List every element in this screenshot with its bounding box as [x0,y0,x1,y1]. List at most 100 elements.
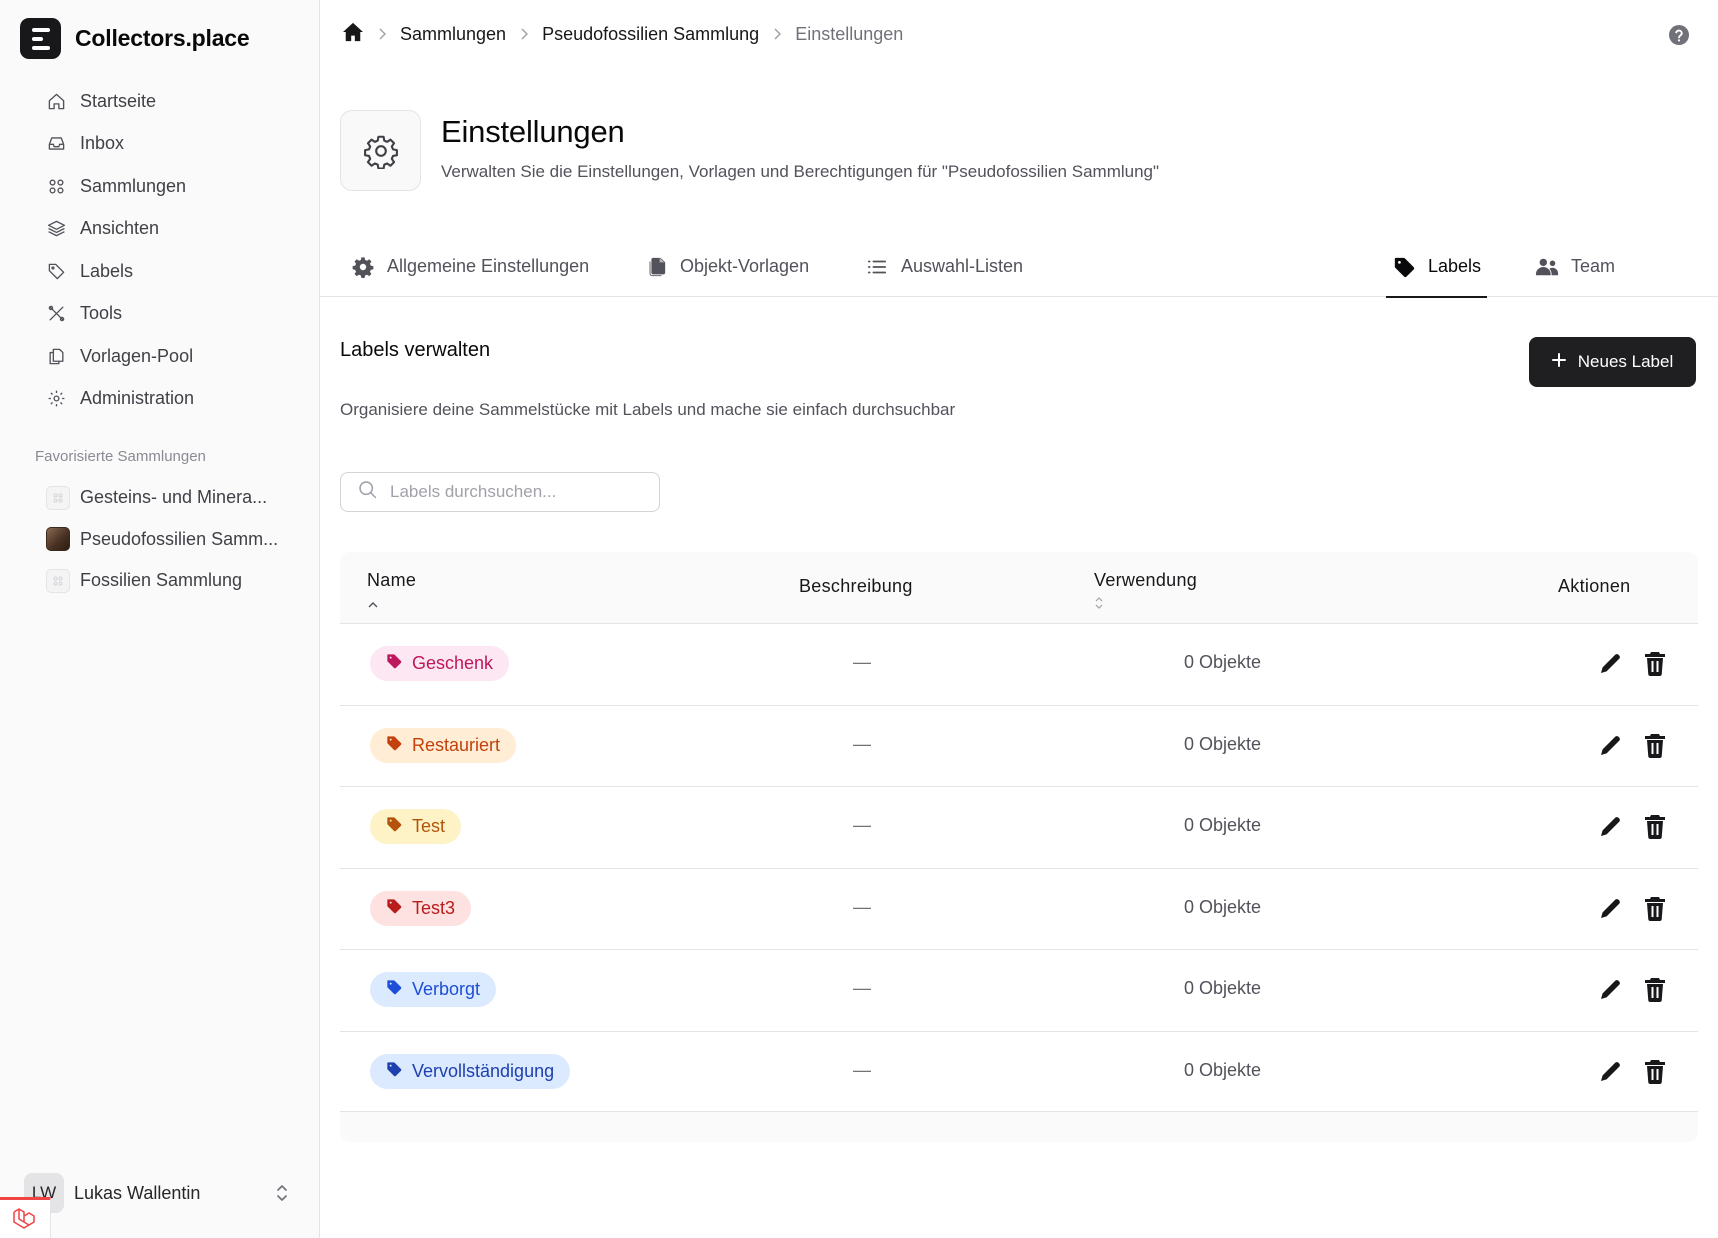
list-icon [865,255,889,279]
tag-icon [386,816,402,837]
favorites-list: Gesteins- und Minera... Pseudofossilien … [34,477,304,602]
dev-toolbar-icon[interactable] [0,1197,51,1238]
nav-item-sammlungen[interactable]: Sammlungen [34,165,304,208]
chevron-right-icon [520,24,529,45]
favorite-item[interactable]: Pseudofossilien Samm... [34,519,304,561]
main-nav: Startseite Inbox Sammlungen Ansichten La… [34,80,304,420]
table-body: Geschenk — 0 Objekte Restauriert — 0 Obj… [340,623,1698,1112]
label-usage: 0 Objekte [1184,896,1262,917]
sort-both-icon [1094,593,1197,609]
user-menu[interactable]: LW Lukas Wallentin [24,1172,292,1214]
trash-icon[interactable] [1644,896,1666,922]
edit-icon[interactable] [1598,897,1622,921]
page-header: Einstellungen Verwalten Sie die Einstell… [340,110,1159,191]
nav-item-labels[interactable]: Labels [34,250,304,293]
templates-icon [644,255,668,279]
nav-label: Ansichten [80,218,160,239]
labels-table: Name Beschreibung Verwendung Aktionen Ge… [340,552,1698,1142]
tab-labels[interactable]: Labels [1386,236,1488,298]
table-row: Geschenk — 0 Objekte [340,623,1698,705]
search-icon [357,479,378,505]
app-logo-icon [20,18,61,59]
settings-tabs: Allgemeine Einstellungen Objekt-Vorlagen… [320,236,1718,298]
collection-placeholder-icon [46,485,70,510]
tag-icon [386,979,402,1000]
trash-icon[interactable] [1644,651,1666,677]
breadcrumb-item[interactable]: Pseudofossilien Sammlung [542,24,759,45]
label-name: Verborgt [412,979,481,999]
tag-icon [386,653,402,674]
favorites-title: Favorisierte Sammlungen [35,448,206,465]
nav-item-vorlagen-pool[interactable]: Vorlagen-Pool [34,335,304,378]
trash-icon[interactable] [1644,733,1666,759]
nav-label: Vorlagen-Pool [80,345,194,366]
label-pill[interactable]: Restauriert [370,727,517,763]
edit-icon[interactable] [1598,734,1622,758]
tag-icon [1392,255,1416,279]
tools-icon [46,304,66,324]
brand[interactable]: Collectors.place [20,18,250,59]
new-label-button-label: Neues Label [1577,352,1674,371]
tab-objekt-vorlagen[interactable]: Objekt-Vorlagen [638,236,815,297]
new-label-button[interactable]: Neues Label [1529,337,1696,387]
label-usage: 0 Objekte [1184,815,1262,835]
trash-icon[interactable] [1644,1059,1666,1085]
trash-icon[interactable] [1644,814,1666,840]
nav-item-inbox[interactable]: Inbox [34,123,304,166]
favorite-item[interactable]: Gesteins- und Minera... [34,477,304,519]
table-row: Vervollständigung — 0 Objekte [340,1030,1698,1112]
page-subtitle: Verwalten Sie die Einstellungen, Vorlage… [441,162,1160,181]
trash-icon[interactable] [1644,977,1666,1003]
favorite-label: Pseudofossilien Samm... [80,528,279,549]
layers-icon [46,219,66,239]
label-description: — [853,733,871,754]
search-field[interactable] [340,472,660,512]
table-row: Restauriert — 0 Objekte [340,704,1698,786]
edit-icon[interactable] [1598,1060,1622,1084]
label-description: — [853,815,871,835]
tab-allgemeine-einstellungen[interactable]: Allgemeine Einstellungen [345,236,595,297]
home-icon[interactable] [342,22,364,47]
label-pill[interactable]: Geschenk [370,646,510,681]
favorite-item[interactable]: Fossilien Sammlung [34,560,304,602]
grid-icon [46,176,66,196]
section-title: Labels verwalten [340,339,491,361]
edit-icon[interactable] [1598,978,1622,1002]
label-pill[interactable]: Verborgt [370,972,497,1007]
column-header-name[interactable]: Name [367,570,416,608]
label-pill[interactable]: Vervollständigung [370,1053,571,1089]
column-label: Verwendung [1094,570,1198,590]
nav-item-ansichten[interactable]: Ansichten [34,208,304,251]
favorite-label: Fossilien Sammlung [80,570,243,591]
nav-label: Sammlungen [80,175,187,196]
breadcrumb-item[interactable]: Sammlungen [400,24,506,45]
nav-label: Administration [80,388,195,409]
table-row: Test — 0 Objekte [340,786,1698,868]
favorite-label: Gesteins- und Minera... [80,487,268,508]
user-name: Lukas Wallentin [74,1182,201,1203]
nav-label: Tools [80,303,123,324]
nav-item-tools[interactable]: Tools [34,293,304,336]
chevron-right-icon [773,24,782,45]
tab-auswahl-listen[interactable]: Auswahl-Listen [859,236,1029,297]
edit-icon[interactable] [1598,815,1622,839]
breadcrumb: Sammlungen Pseudofossilien Sammlung Eins… [342,22,903,47]
tab-team[interactable]: Team [1529,236,1621,297]
column-header-usage[interactable]: Verwendung [1094,570,1198,609]
label-pill[interactable]: Test [370,809,462,844]
tag-icon [46,261,66,281]
nav-item-administration[interactable]: Administration [34,378,304,421]
search-input[interactable] [390,482,640,502]
edit-icon[interactable] [1598,652,1622,676]
users-icon [1535,255,1559,279]
page-title: Einstellungen [441,114,625,149]
label-pill[interactable]: Test3 [370,890,472,926]
tab-label: Auswahl-Listen [901,256,1024,276]
tag-icon [386,898,402,919]
nav-item-startseite[interactable]: Startseite [34,80,304,123]
label-name: Test3 [412,897,456,918]
label-description: — [853,652,871,672]
help-icon[interactable] [1668,24,1690,46]
tab-label: Allgemeine Einstellungen [387,256,590,276]
tag-icon [386,735,402,756]
